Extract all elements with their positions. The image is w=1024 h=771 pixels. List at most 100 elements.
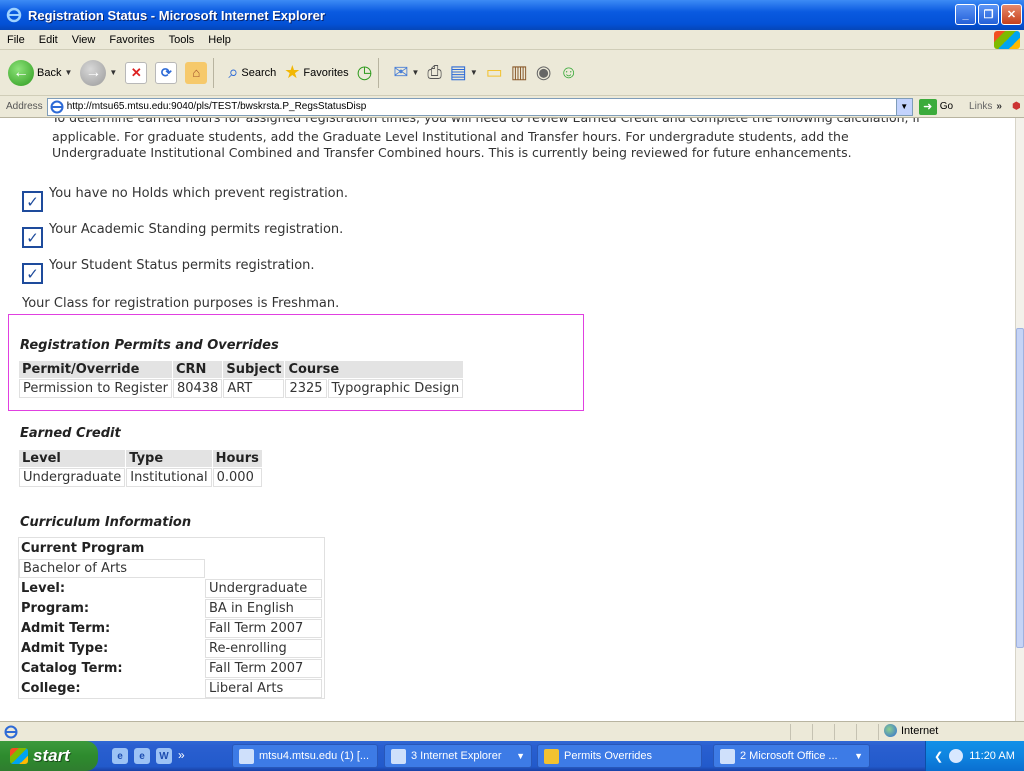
go-button[interactable]: ➜ Go (918, 98, 953, 115)
scrollbar-thumb[interactable] (1016, 328, 1024, 648)
chevron-down-icon[interactable]: ▼ (411, 68, 419, 77)
chevron-down-icon[interactable]: ▼ (895, 98, 912, 115)
table-row: Catalog Term: Fall Term 2007 (19, 658, 324, 678)
vertical-scrollbar[interactable] (1015, 118, 1024, 721)
history-button[interactable]: ◷ (357, 62, 373, 83)
table-cell: Typographic Design (327, 379, 464, 398)
favorites-label: Favorites (303, 66, 349, 79)
discuss-button[interactable]: ◉ (536, 62, 552, 83)
start-button[interactable]: start (0, 741, 98, 771)
search-icon: ⌕ (228, 62, 239, 82)
messenger-button[interactable]: ☺ (559, 62, 577, 83)
row-label: Level: (21, 580, 66, 596)
ie-quicklaunch-icon[interactable]: e (112, 748, 128, 764)
table-row: Current Program (19, 538, 324, 558)
messenger-icon: ☺ (559, 62, 578, 82)
table-header-row: Permit/Override CRN Subject Course (19, 361, 464, 378)
ie-icon (391, 748, 406, 764)
browser-toolbar: ← Back ▼ → ▼ ✕ ⟳ ⌂ ⌕ Search ★ Favorites … (0, 50, 1024, 96)
windows-logo-icon (994, 31, 1020, 49)
column-header: CRN (172, 361, 223, 378)
taskbar: start e e W » mtsu4.mtsu.edu (1) [... 3 … (0, 741, 1024, 771)
checkmark-icon: ✓ (22, 191, 43, 212)
word-quicklaunch-icon[interactable]: W (156, 748, 172, 764)
menu-view[interactable]: View (65, 34, 103, 46)
intro-line-2: applicable. For graduate students, add t… (52, 129, 849, 144)
table-cell: Institutional (126, 468, 212, 487)
taskbar-item-ie[interactable]: 3 Internet Explorer ▼ (384, 744, 532, 768)
row-value: Fall Term 2007 (205, 618, 322, 638)
window-titlebar[interactable]: Registration Status - Microsoft Internet… (0, 0, 1024, 30)
windows-flag-icon (10, 748, 28, 764)
status-divider (878, 724, 879, 740)
research-button[interactable]: ▥ (511, 62, 528, 83)
chevron-down-icon[interactable]: ▼ (109, 68, 117, 77)
table-row: Level: Undergraduate (19, 578, 324, 598)
taskbar-item-office[interactable]: 2 Microsoft Office ... ▼ (713, 744, 870, 768)
network-icon[interactable] (949, 749, 964, 763)
mail-button[interactable]: ✉ ▼ (393, 62, 419, 83)
ie-page-icon (4, 725, 18, 738)
search-button[interactable]: ⌕ Search (228, 62, 276, 83)
table-cell: Undergraduate (19, 468, 126, 487)
menu-file[interactable]: File (0, 34, 32, 46)
maximize-button[interactable]: ❐ (978, 4, 999, 25)
search-label: Search (241, 66, 277, 79)
security-zone: Internet (884, 724, 938, 737)
table-row: College: Liberal Arts (19, 678, 324, 698)
go-arrow-icon: ➜ (918, 98, 937, 115)
links-button[interactable]: Links (969, 101, 992, 112)
refresh-button[interactable]: ⟳ (155, 61, 178, 84)
table-cell: 2325 (285, 379, 327, 398)
menu-help[interactable]: Help (201, 34, 238, 46)
chevron-right-icon[interactable]: » (996, 101, 1002, 112)
row-value: BA in English (205, 598, 322, 618)
home-button[interactable]: ⌂ (185, 61, 208, 84)
chevron-left-icon[interactable]: ❮ (934, 750, 943, 763)
column-header: Permit/Override (19, 361, 172, 378)
terminal-icon (239, 748, 254, 764)
task-label: 2 Microsoft Office ... (740, 750, 838, 762)
favorites-button[interactable]: ★ Favorites (284, 62, 348, 83)
taskbar-item-terminal[interactable]: mtsu4.mtsu.edu (1) [... (232, 744, 378, 768)
curriculum-title: Curriculum Information (20, 515, 192, 530)
back-label: Back (37, 66, 62, 79)
folder-icon (544, 748, 559, 764)
clock: 11:20 AM (969, 750, 1015, 762)
speech-bubble-icon: ◉ (535, 62, 552, 82)
chevron-right-icon[interactable]: » (178, 748, 185, 764)
chevron-down-icon[interactable]: ▼ (64, 68, 72, 77)
close-button[interactable]: ✕ (1001, 4, 1022, 25)
edit-button[interactable]: ▤ ▼ (450, 62, 478, 83)
row-label: College: (21, 680, 81, 696)
status-check-text: You have no Holds which prevent registra… (49, 186, 348, 201)
address-bar: Address http://mtsu65.mtsu.edu:9040/pls/… (0, 96, 1024, 118)
menu-favorites[interactable]: Favorites (102, 34, 161, 46)
print-button[interactable]: ⎙ (427, 62, 441, 83)
address-label: Address (6, 101, 43, 112)
status-bar: Internet (0, 721, 1024, 741)
stop-icon: ✕ (125, 61, 148, 84)
edit-page-icon: ▤ (449, 62, 467, 82)
forward-arrow-icon: → (80, 59, 107, 86)
table-row: Admit Term: Fall Term 2007 (19, 618, 324, 638)
intro-paragraph: To determine earned hours for assigned r… (52, 118, 952, 161)
folder-button[interactable]: ▭ (486, 62, 503, 83)
back-button[interactable]: ← Back ▼ (8, 59, 72, 86)
stop-button[interactable]: ✕ (125, 61, 148, 84)
menu-tools[interactable]: Tools (162, 34, 202, 46)
word-icon (720, 748, 735, 764)
address-input[interactable]: http://mtsu65.mtsu.edu:9040/pls/TEST/bws… (46, 97, 913, 116)
ie-logo-icon (6, 7, 22, 23)
minimize-button[interactable]: _ (955, 4, 976, 25)
taskbar-item-folder[interactable]: Permits Overrides (537, 744, 702, 768)
toolbar-extension-icon[interactable]: ⬢ (1012, 101, 1021, 112)
forward-button[interactable]: → ▼ (80, 59, 117, 86)
task-label: 3 Internet Explorer (411, 750, 502, 762)
chevron-down-icon: ▼ (854, 751, 863, 761)
checkmark-icon: ✓ (22, 227, 43, 248)
row-value: Fall Term 2007 (205, 658, 322, 678)
browser-quicklaunch-icon[interactable]: e (134, 748, 150, 764)
chevron-down-icon[interactable]: ▼ (470, 68, 478, 77)
menu-edit[interactable]: Edit (32, 34, 65, 46)
